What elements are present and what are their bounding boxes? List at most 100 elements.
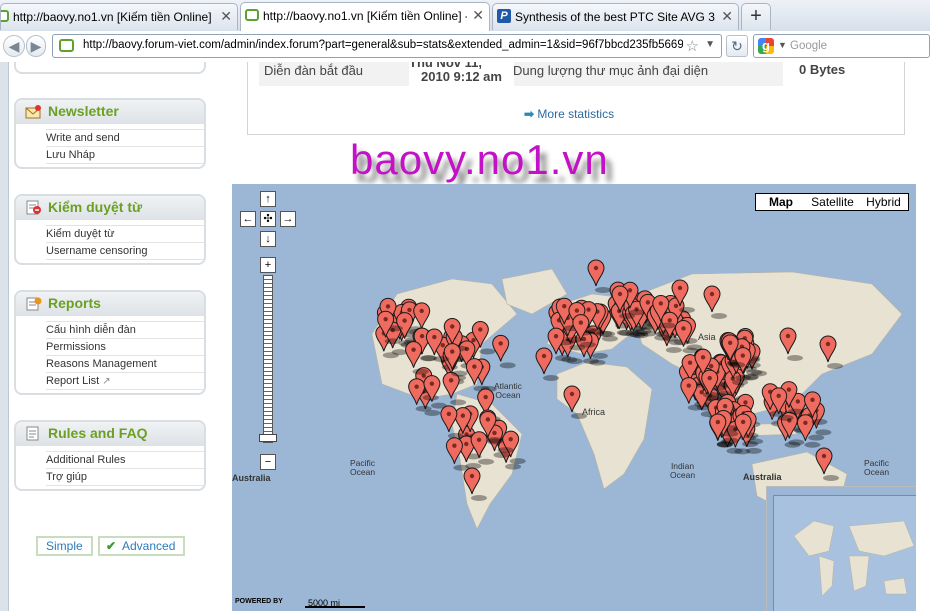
simple-mode-button[interactable]: Simple bbox=[36, 536, 93, 556]
powered-by-label: POWERED BY bbox=[235, 598, 283, 605]
pan-up-button[interactable]: ↑ bbox=[260, 191, 276, 207]
checkmark-icon: ✔ bbox=[106, 539, 117, 553]
map-type-hybrid-button[interactable]: Hybrid bbox=[859, 193, 909, 211]
section-title: Rules and FAQ bbox=[48, 425, 148, 441]
zoom-in-button[interactable]: + bbox=[260, 257, 276, 273]
url-bar[interactable]: http://baovy.forum-viet.com/admin/index.… bbox=[52, 34, 722, 58]
forum-start-value-line2: 2010 9:12 am bbox=[421, 69, 502, 84]
sidebar-item-help[interactable]: Trợ giúp bbox=[46, 469, 204, 486]
close-icon[interactable]: ✕ bbox=[472, 7, 484, 24]
search-input[interactable]: g ▼ Google bbox=[753, 34, 930, 58]
pan-down-button[interactable]: ↓ bbox=[260, 231, 276, 247]
avatar-dir-size-value: 0 Bytes bbox=[783, 62, 893, 86]
sidebar-box-previous bbox=[14, 62, 206, 74]
bookmark-star-icon[interactable]: ☆ bbox=[686, 37, 699, 55]
forum-favicon-icon bbox=[1, 10, 9, 22]
chevron-down-icon[interactable]: ▼ bbox=[705, 39, 715, 50]
label-indian: Indian Ocean bbox=[670, 462, 695, 480]
sidebar-item-drafts[interactable]: Lưu Nháp bbox=[46, 147, 204, 164]
left-scroll-edge bbox=[0, 62, 9, 611]
label-pacific-west-2: Ocean bbox=[350, 467, 376, 477]
more-statistics-link[interactable]: ➡ More statistics bbox=[524, 107, 614, 121]
africa-land bbox=[556, 361, 653, 490]
pan-center-button[interactable]: ✣ bbox=[260, 211, 276, 227]
label-indian-2: Ocean bbox=[670, 470, 696, 480]
sidebar-item-additional-rules[interactable]: Additional Rules bbox=[46, 451, 204, 469]
rules-icon bbox=[26, 426, 39, 441]
asia-land bbox=[626, 271, 903, 415]
newsletter-icon bbox=[25, 105, 41, 119]
tab-2-title: http://baovy.no1.vn [Kiếm tiền Online] -… bbox=[263, 9, 467, 23]
forward-button[interactable]: ▶ bbox=[26, 35, 46, 57]
label-australia-east: Australia bbox=[743, 472, 782, 482]
stats-row: Diễn đàn bắt đầu Thu Nov 11, 2010 9:12 a… bbox=[259, 62, 893, 86]
tab-1[interactable]: http://baovy.no1.vn [Kiếm tiền Online] -… bbox=[0, 3, 238, 30]
sidebar-section-rules-faq: Rules and FAQ Additional Rules Trợ giúp bbox=[14, 420, 206, 491]
visitor-map[interactable]: Atlantic Ocean Pacific Ocean Pacific Ocean … bbox=[232, 184, 916, 611]
section-header: Newsletter bbox=[16, 100, 204, 124]
reload-button[interactable]: ↻ bbox=[726, 35, 748, 57]
zoom-slider-track[interactable] bbox=[263, 275, 273, 443]
tab-bar: http://baovy.no1.vn [Kiếm tiền Online] -… bbox=[0, 0, 930, 31]
sidebar-section-reports: Reports Cấu hình diễn đàn Permissions Re… bbox=[14, 290, 206, 395]
arrow-left-icon: ◀ bbox=[8, 38, 20, 54]
tab-2[interactable]: http://baovy.no1.vn [Kiếm tiền Online] -… bbox=[240, 2, 490, 31]
label-australia-west: Australia bbox=[232, 473, 271, 483]
south-america-land bbox=[451, 393, 523, 530]
chevron-down-icon[interactable]: ▼ bbox=[778, 40, 787, 50]
more-statistics-label: More statistics bbox=[537, 107, 615, 121]
nav-bar: ◀ ▶ http://baovy.forum-viet.com/admin/in… bbox=[0, 31, 930, 62]
map-type-satellite-button[interactable]: Satellite bbox=[805, 193, 861, 211]
sidebar-item-reasons-management[interactable]: Reasons Management bbox=[46, 356, 204, 373]
zoom-out-button[interactable]: − bbox=[260, 454, 276, 470]
label-pacific-east-2: Ocean bbox=[864, 467, 890, 477]
close-icon[interactable]: ✕ bbox=[721, 8, 733, 25]
indonesia-land bbox=[736, 423, 798, 437]
sidebar-item-permissions[interactable]: Permissions bbox=[46, 339, 204, 356]
avatar-dir-size-label: Dung lượng thư mục ảnh đại diện bbox=[513, 63, 709, 78]
section-title: Newsletter bbox=[48, 103, 119, 119]
google-logo-icon: g bbox=[758, 38, 774, 54]
overview-land bbox=[793, 520, 915, 597]
label-atlantic: Atlantic Ocean bbox=[494, 382, 522, 400]
tab-1-title: http://baovy.no1.vn [Kiếm tiền Online] -… bbox=[13, 10, 215, 24]
advanced-mode-button[interactable]: ✔ Advanced bbox=[98, 536, 185, 556]
sidebar-section-word-censoring: Kiểm duyệt từ Kiểm duyệt từ Username cen… bbox=[14, 194, 206, 265]
close-icon[interactable]: ✕ bbox=[220, 8, 232, 25]
sidebar-item-report-list[interactable]: Report List ↗ bbox=[46, 373, 204, 390]
forum-start-value: Thu Nov 11, 2010 9:12 am bbox=[409, 62, 514, 86]
tab-3[interactable]: P Synthesis of the best PTC Site AVG 3.0… bbox=[492, 3, 739, 30]
sidebar-item-word-censoring[interactable]: Kiểm duyệt từ bbox=[46, 225, 204, 243]
europe-land bbox=[546, 293, 638, 355]
zoom-slider-handle[interactable] bbox=[259, 434, 277, 442]
arrow-right-icon: ➡ bbox=[524, 107, 535, 121]
url-text: http://baovy.forum-viet.com/admin/index.… bbox=[83, 39, 683, 51]
reports-icon bbox=[26, 297, 42, 311]
stats-panel: Diễn đàn bắt đầu Thu Nov 11, 2010 9:12 a… bbox=[247, 62, 905, 135]
section-title: Reports bbox=[48, 295, 101, 311]
label-atlantic-2: Ocean bbox=[495, 390, 521, 400]
reload-icon: ↻ bbox=[731, 38, 743, 54]
external-link-icon: ↗ bbox=[102, 376, 111, 387]
report-list-label: Report List bbox=[46, 375, 100, 387]
page-content: Newsletter Write and send Lưu Nháp Kiểm … bbox=[0, 62, 930, 611]
label-pacific-west: Pacific Ocean bbox=[350, 459, 375, 477]
overview-map[interactable] bbox=[766, 486, 916, 611]
new-tab-button[interactable]: + bbox=[741, 3, 771, 30]
label-africa: Africa bbox=[582, 407, 606, 417]
pan-left-button[interactable]: ← bbox=[240, 211, 256, 227]
scale-bar bbox=[305, 606, 365, 608]
label-asia: Asia bbox=[698, 332, 716, 342]
browser-chrome: http://baovy.no1.vn [Kiếm tiền Online] -… bbox=[0, 0, 930, 63]
map-scale: 5000 mi bbox=[305, 598, 365, 608]
sidebar-item-username-censoring[interactable]: Username censoring bbox=[46, 243, 204, 260]
paypal-favicon-icon: P bbox=[497, 9, 511, 23]
page-title: baovy.no1.vn bbox=[350, 136, 609, 183]
sidebar-item-forum-config[interactable]: Cấu hình diễn đàn bbox=[46, 321, 204, 339]
forum-start-label: Diễn đàn bắt đầu bbox=[264, 63, 364, 78]
back-button[interactable]: ◀ bbox=[3, 35, 25, 57]
sidebar-item-write-and-send[interactable]: Write and send bbox=[46, 129, 204, 147]
section-header: Kiểm duyệt từ bbox=[16, 196, 204, 220]
pan-right-button[interactable]: → bbox=[280, 211, 296, 227]
map-type-map-button[interactable]: Map bbox=[755, 193, 807, 211]
